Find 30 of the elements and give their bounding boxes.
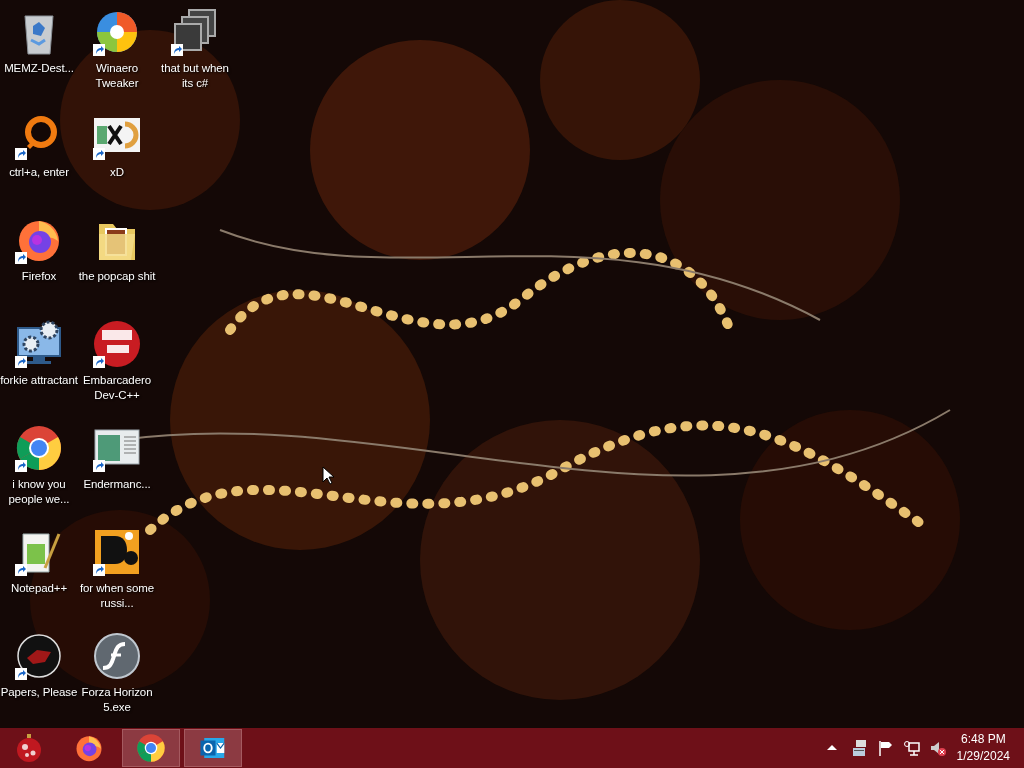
clock-date: 1/29/2024 bbox=[956, 748, 1010, 765]
desktop-shortcut[interactable]: Winaero Tweaker bbox=[78, 6, 156, 104]
clock-time: 6:48 PM bbox=[960, 731, 1006, 748]
app-logo-icon bbox=[93, 528, 141, 576]
desktop-shortcut[interactable]: i know you people we... bbox=[0, 422, 78, 520]
desktop-shortcut[interactable]: the popcap shit bbox=[78, 214, 156, 312]
chrome-icon bbox=[15, 424, 63, 472]
taskbar-app-button[interactable] bbox=[184, 729, 242, 767]
flash-icon bbox=[93, 632, 141, 680]
desktop-shortcut[interactable]: xD bbox=[78, 110, 156, 208]
desktop-shortcut[interactable]: Firefox bbox=[0, 214, 78, 312]
desktop-shortcut[interactable]: Notepad++ bbox=[0, 526, 78, 624]
desktop-shortcut[interactable]: forkie attractant bbox=[0, 318, 78, 416]
firefox-icon bbox=[74, 733, 104, 763]
chrome-icon bbox=[136, 733, 166, 763]
clock[interactable]: 6:48 PM 1/29/2024 bbox=[956, 731, 1010, 765]
ornament-icon bbox=[14, 733, 44, 763]
desktop-shortcut[interactable]: Forza Horizon 5.exe bbox=[78, 630, 156, 728]
muted-speaker-icon[interactable] bbox=[928, 739, 947, 757]
desktop-shortcut[interactable]: Endermanc... bbox=[78, 422, 156, 520]
desktop-shortcut[interactable]: ctrl+a, enter bbox=[0, 110, 78, 208]
flag-icon[interactable] bbox=[876, 739, 895, 757]
taskbar-app-button[interactable] bbox=[122, 729, 180, 767]
desktop-shortcut[interactable]: that but when its c# bbox=[156, 6, 234, 104]
mouse-cursor-icon bbox=[322, 466, 334, 485]
desktop-shortcut[interactable]: Papers, Please bbox=[0, 630, 78, 728]
desktop-shortcut[interactable]: MEMZ-Dest... bbox=[0, 6, 78, 104]
desktop-shortcut[interactable]: Embarcadero Dev-C++ bbox=[78, 318, 156, 416]
monitor-icon[interactable] bbox=[902, 739, 921, 757]
seal-icon bbox=[15, 632, 63, 680]
